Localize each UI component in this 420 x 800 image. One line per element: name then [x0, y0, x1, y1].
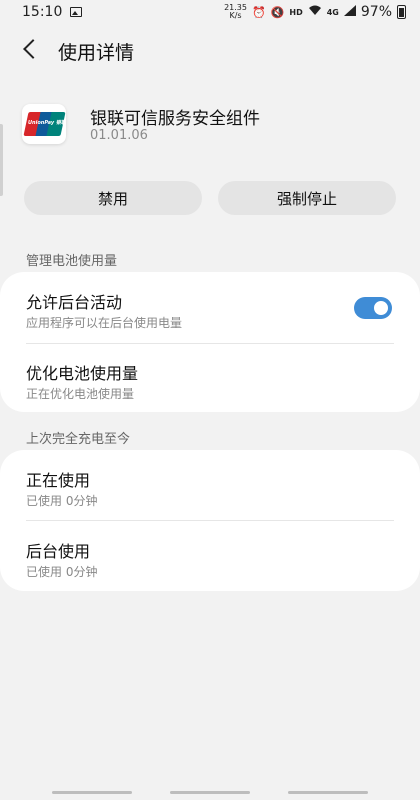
disable-button[interactable]: 禁用 — [24, 181, 202, 215]
battery-section-header: 管理电池使用量 — [26, 254, 118, 269]
nav-hint-center[interactable] — [170, 791, 250, 794]
usage-card: 正在使用 已使用 0分钟 后台使用 已使用 0分钟 — [0, 450, 420, 591]
hd-icon: HD — [289, 7, 303, 17]
row-title: 正在使用 — [26, 471, 91, 490]
app-bar: 使用详情 — [0, 28, 420, 72]
row-title: 后台使用 — [26, 542, 91, 561]
background-activity-toggle[interactable] — [354, 297, 392, 319]
app-version: 01.01.06 — [90, 128, 148, 143]
usage-section-header: 上次完全充电至今 — [26, 432, 131, 447]
network-type-label: 4G — [326, 7, 339, 17]
network-speed: 21.35 K/s — [224, 4, 247, 20]
page-title: 使用详情 — [58, 42, 135, 64]
row-subtitle: 应用程序可以在后台使用电量 — [26, 316, 183, 330]
foreground-usage-row[interactable]: 正在使用 已使用 0分钟 — [0, 450, 420, 520]
app-name: 银联可信服务安全组件 — [90, 109, 260, 129]
background-usage-row[interactable]: 后台使用 已使用 0分钟 — [0, 521, 420, 591]
gallery-icon — [70, 7, 83, 17]
force-stop-button[interactable]: 强制停止 — [218, 181, 396, 215]
row-subtitle: 已使用 0分钟 — [26, 494, 98, 508]
app-logo: UnionPay 银联 — [22, 104, 66, 144]
mute-icon: 🔇 — [270, 5, 285, 19]
status-bar: 15:10 21.35 K/s ⏰ 🔇 HD 4G 97% — [0, 0, 420, 24]
status-right: 21.35 K/s ⏰ 🔇 HD 4G 97% — [224, 4, 406, 20]
back-arrow-icon[interactable] — [23, 39, 43, 59]
alarm-icon: ⏰ — [251, 5, 266, 19]
status-left: 15:10 — [22, 4, 83, 20]
toggle-knob — [372, 299, 390, 317]
battery-settings-card: 允许后台活动 应用程序可以在后台使用电量 优化电池使用量 正在优化电池使用量 — [0, 272, 420, 412]
nav-hint-left[interactable] — [52, 791, 132, 794]
allow-background-activity-row[interactable]: 允许后台活动 应用程序可以在后台使用电量 — [0, 272, 420, 342]
edge-panel-handle[interactable] — [0, 124, 3, 196]
battery-icon — [397, 5, 406, 19]
nav-hint-right[interactable] — [288, 791, 368, 794]
status-time: 15:10 — [22, 4, 63, 20]
logo-text: UnionPay 银联 — [28, 120, 66, 126]
signal-icon — [343, 5, 356, 19]
wifi-icon — [308, 5, 322, 19]
row-title: 允许后台活动 — [26, 293, 123, 312]
row-title: 优化电池使用量 — [26, 364, 139, 383]
battery-percent: 97% — [360, 4, 392, 20]
row-subtitle: 已使用 0分钟 — [26, 565, 98, 579]
optimize-battery-row[interactable]: 优化电池使用量 正在优化电池使用量 — [0, 344, 420, 412]
network-speed-unit: K/s — [229, 11, 242, 20]
row-subtitle: 正在优化电池使用量 — [26, 387, 135, 401]
